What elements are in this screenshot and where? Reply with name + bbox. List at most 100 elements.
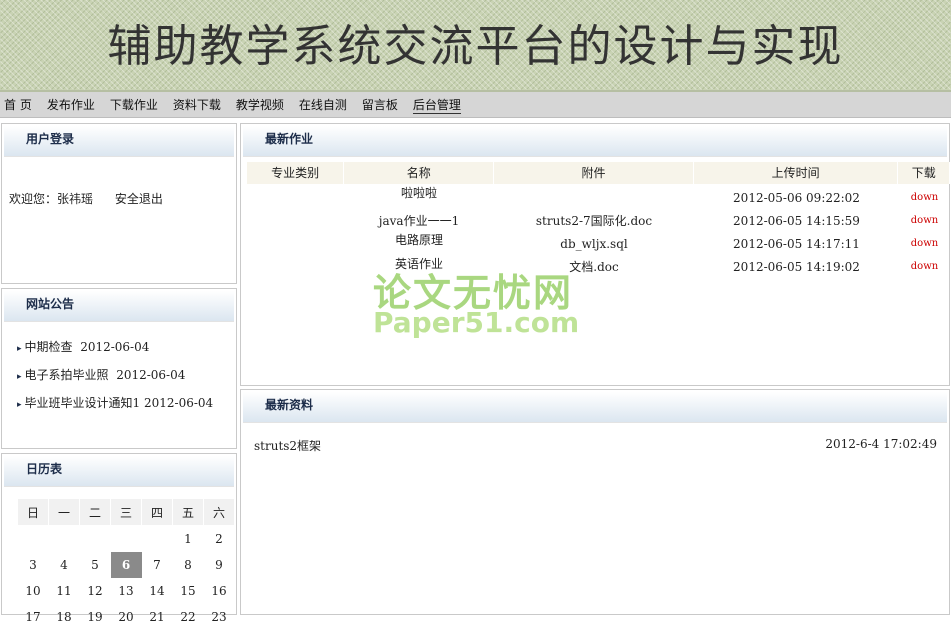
calendar-day[interactable]: 4 (49, 552, 80, 578)
notice-date: 2012-06-04 (80, 340, 150, 354)
notice-list: ▸ 中期检查 2012-06-04 ▸ 电子系拍毕业照 2012-06-04 ▸ 毕业… (17, 337, 213, 421)
cell-time: 2012-05-06 09:22:02 (733, 191, 860, 205)
notice-item[interactable]: ▸ 中期检查 2012-06-04 (17, 337, 213, 365)
weekday-header: 日 (17, 498, 49, 526)
calendar-day[interactable]: 19 (80, 604, 111, 630)
cell-name: java作业一一1 (378, 214, 460, 228)
nav-item-home[interactable]: 首 页 (4, 96, 32, 113)
calendar-day (111, 526, 142, 553)
notice-item[interactable]: ▸ 电子系拍毕业照 2012-06-04 (17, 365, 213, 393)
resource-time: 2012-6-4 17:02:49 (825, 437, 937, 451)
cell-category (247, 210, 344, 232)
nav-item-publish-homework[interactable]: 发布作业 (47, 96, 95, 113)
arrow-icon: ▸ (17, 372, 22, 382)
nav-item-download-homework[interactable]: 下载作业 (110, 96, 158, 113)
calendar-table: 日 一 二 三 四 五 六 12 3456789 10 11 12 13 14 15 16 … (17, 498, 235, 630)
cell-file: struts2-7国际化.doc (535, 214, 653, 228)
notice-item[interactable]: ▸ 毕业班毕业设计通知1 2012-06-04 (17, 393, 213, 421)
cell-time: 2012-06-05 14:15:59 (733, 214, 860, 228)
calendar-day[interactable]: 3 (18, 552, 49, 578)
page-title: 辅助教学系统交流平台的设计与实现 (107, 21, 844, 72)
nav-item-online-test[interactable]: 在线自测 (299, 96, 347, 113)
homework-table-header: 专业类别 名称 附件 上传时间 下载 (247, 162, 951, 184)
nav-item-admin[interactable]: 后台管理 (412, 96, 461, 114)
homework-panel: 最新作业 专业类别 名称 附件 上传时间 下载 啦啦啦 2012-05-06 0… (240, 123, 951, 386)
table-row: 电路原理 db_wljx.sql 2012-06-05 14:17:11 dow… (247, 233, 950, 255)
nav-item-teaching-video[interactable]: 教学视频 (236, 96, 284, 113)
calendar-day[interactable]: 14 (142, 578, 173, 604)
calendar-panel-title: 日历表 (4, 456, 234, 487)
calendar-day[interactable]: 22 (173, 604, 204, 630)
calendar-day (142, 526, 173, 553)
weekday-header: 四 (141, 498, 173, 526)
main-nav: 首 页 发布作业 下载作业 资料下载 教学视频 在线自测 留言板 后台管理 (0, 92, 951, 118)
cell-category (247, 233, 344, 255)
download-link[interactable]: down (899, 210, 950, 232)
column-header: 名称 (344, 162, 495, 184)
cell-name: 英语作业 (394, 257, 443, 271)
notice-title[interactable]: 中期检查 (25, 340, 73, 354)
calendar-day[interactable]: 21 (142, 604, 173, 630)
cell-file (494, 187, 694, 209)
homework-panel-title: 最新作业 (243, 126, 947, 157)
calendar-day[interactable]: 10 (18, 578, 49, 604)
cell-time: 2012-06-05 14:17:11 (733, 237, 860, 251)
cell-name: 啦啦啦 (400, 186, 437, 200)
cell-name: 电路原理 (394, 233, 443, 247)
resources-panel: 最新资料 struts2框架 2012-6-4 17:02:49 (240, 389, 950, 615)
nav-item-message-board[interactable]: 留言板 (362, 96, 398, 113)
calendar-day[interactable]: 13 (111, 578, 142, 604)
notice-title[interactable]: 电子系拍毕业照 (25, 368, 109, 382)
calendar-day[interactable]: 20 (111, 604, 142, 630)
cell-category (247, 187, 344, 209)
column-header: 下载 (898, 162, 951, 184)
column-header: 上传时间 (694, 162, 899, 184)
resource-name[interactable]: struts2框架 (254, 437, 321, 454)
weekday-header: 六 (203, 498, 235, 526)
notice-panel: 网站公告 ▸ 中期检查 2012-06-04 ▸ 电子系拍毕业照 2012-06-0… (1, 288, 237, 449)
logout-link[interactable]: 安全退出 (115, 192, 163, 206)
table-row: 英语作业 文档.doc 2012-06-05 14:19:02 down (247, 256, 950, 278)
nav-item-resource-download[interactable]: 资料下载 (173, 96, 221, 113)
cell-file: 文档.doc (569, 260, 619, 274)
weekday-header: 一 (48, 498, 80, 526)
calendar-day[interactable]: 12 (80, 578, 111, 604)
calendar-day[interactable]: 11 (49, 578, 80, 604)
welcome-text: 欢迎您：张祎瑶 (9, 192, 94, 206)
table-row: 啦啦啦 2012-05-06 09:22:02 down (247, 187, 950, 209)
download-link[interactable]: down (899, 233, 950, 255)
login-panel: 用户登录 欢迎您：张祎瑶 安全退出 (1, 123, 237, 284)
calendar-panel: 日历表 日 一 二 三 四 五 六 12 3456789 10 11 12 13 14 1… (1, 453, 237, 624)
calendar-day (49, 526, 80, 553)
resources-panel-title: 最新资料 (243, 392, 947, 423)
cell-file: db_wljx.sql (560, 237, 628, 251)
calendar-day[interactable]: 23 (204, 604, 235, 630)
calendar-day[interactable]: 17 (18, 604, 49, 630)
download-link[interactable]: down (899, 256, 950, 278)
calendar-day[interactable]: 18 (49, 604, 80, 630)
notice-title[interactable]: 毕业班毕业设计通知1 (25, 396, 141, 410)
column-header: 附件 (494, 162, 694, 184)
calendar-day[interactable]: 9 (204, 552, 235, 578)
calendar-day-today[interactable]: 6 (110, 552, 142, 578)
weekday-header: 二 (79, 498, 111, 526)
calendar-day (80, 526, 111, 553)
calendar-day[interactable]: 15 (173, 578, 204, 604)
calendar-day[interactable]: 1 (173, 526, 204, 553)
cell-time: 2012-06-05 14:19:02 (733, 260, 860, 274)
calendar-day[interactable]: 5 (80, 552, 111, 578)
download-link[interactable]: down (899, 187, 950, 209)
arrow-icon: ▸ (17, 344, 22, 354)
table-row: java作业一一1 struts2-7国际化.doc 2012-06-05 14… (247, 210, 950, 232)
header-banner: 辅助教学系统交流平台的设计与实现 (0, 0, 951, 92)
notice-panel-title: 网站公告 (4, 291, 234, 322)
notice-date: 2012-06-04 (144, 396, 214, 410)
calendar-day (18, 526, 49, 553)
column-header: 专业类别 (247, 162, 345, 184)
calendar-day[interactable]: 16 (204, 578, 235, 604)
calendar-day[interactable]: 2 (204, 526, 235, 553)
login-status: 欢迎您：张祎瑶 安全退出 (9, 190, 181, 207)
calendar-day[interactable]: 7 (142, 552, 173, 578)
login-panel-title: 用户登录 (4, 126, 234, 157)
calendar-day[interactable]: 8 (173, 552, 204, 578)
